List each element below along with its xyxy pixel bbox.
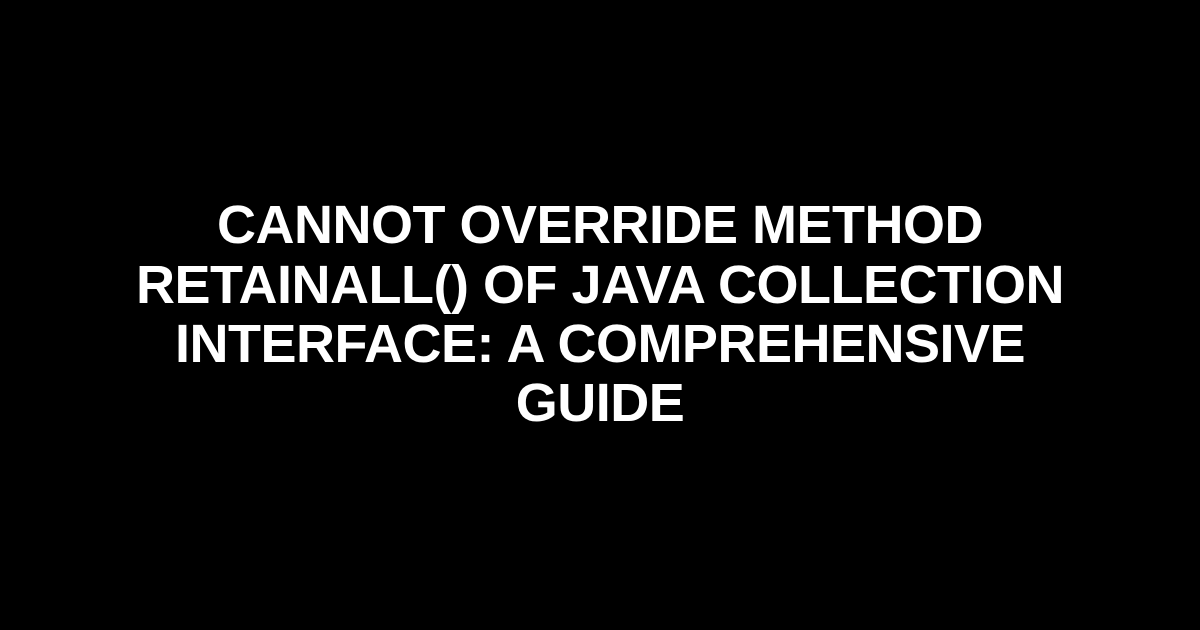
page-title: Cannot Override Method retainAll() of Ja…: [0, 196, 1200, 434]
